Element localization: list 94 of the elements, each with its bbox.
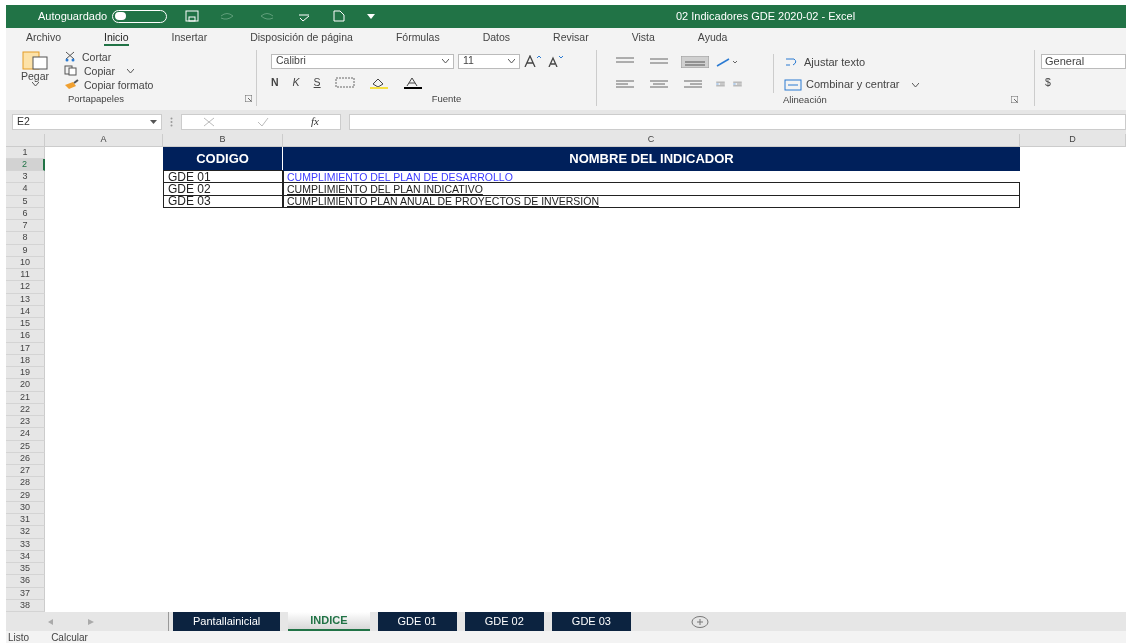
wrap-text-button[interactable]: Ajustar texto bbox=[784, 53, 919, 71]
insert-function-button[interactable]: fx bbox=[311, 113, 319, 130]
grip-icon[interactable] bbox=[170, 116, 173, 127]
window-title: 02 Indicadores GDE 2020-02 - Excel bbox=[676, 9, 856, 25]
table-cell: GDE 03 bbox=[163, 194, 283, 208]
align-center-icon[interactable] bbox=[647, 79, 671, 90]
align-left-icon[interactable] bbox=[613, 79, 637, 90]
row-header[interactable]: 20 bbox=[6, 379, 45, 392]
group-label: Fuente bbox=[431, 91, 462, 106]
fill-color-icon[interactable] bbox=[368, 76, 389, 89]
font-color-icon[interactable] bbox=[402, 76, 423, 89]
autosave-label: Autoguardado bbox=[38, 9, 108, 25]
table-cell: GDE 02 bbox=[163, 182, 283, 196]
dropdown-icon[interactable] bbox=[367, 13, 376, 19]
sheet-tab[interactable]: GDE 02 bbox=[464, 612, 544, 631]
caret-icon bbox=[442, 59, 449, 64]
row-header[interactable]: 3 bbox=[6, 171, 45, 184]
menu-tab[interactable]: Datos bbox=[482, 29, 511, 46]
menu-tab[interactable]: Disposición de página bbox=[250, 29, 353, 46]
row-header[interactable]: 15 bbox=[6, 318, 45, 331]
dialog-launcher-icon[interactable] bbox=[245, 95, 252, 103]
dialog-launcher-icon[interactable] bbox=[1011, 96, 1018, 104]
sheet-tab[interactable]: GDE 03 bbox=[551, 612, 631, 631]
cut-button[interactable]: Cortar bbox=[64, 49, 154, 64]
scissors-icon bbox=[64, 51, 76, 63]
group-label: Alineación bbox=[783, 92, 827, 107]
table-cell: CUMPLIMIENTO DEL PLAN INDICATIVO bbox=[283, 182, 1020, 196]
hyperlink[interactable]: CUMPLIMIENTO DEL PLAN DE DESARROLLO bbox=[283, 171, 1020, 184]
menu-tab[interactable]: Insertar bbox=[171, 29, 208, 46]
copy-button[interactable]: Copiar bbox=[64, 63, 154, 78]
status-text: Listo bbox=[8, 630, 30, 643]
caret-icon bbox=[31, 81, 39, 86]
row-header[interactable]: 36 bbox=[6, 575, 45, 588]
paste-button[interactable]: Pegar bbox=[6, 49, 56, 92]
row-header[interactable]: 28 bbox=[6, 477, 45, 490]
row-header[interactable]: 19 bbox=[6, 367, 45, 380]
document-icon[interactable] bbox=[333, 10, 346, 23]
sheet-tab[interactable]: GDE 01 bbox=[377, 612, 457, 631]
caret-icon bbox=[126, 68, 134, 73]
row-header[interactable]: 31 bbox=[6, 514, 45, 527]
row-header[interactable]: 35 bbox=[6, 563, 45, 576]
caret-icon bbox=[911, 82, 919, 87]
row-header[interactable]: 8 bbox=[6, 232, 45, 245]
number-format-field[interactable]: General bbox=[1041, 53, 1126, 69]
bold-button[interactable]: N bbox=[271, 74, 279, 91]
sheet-tab[interactable]: INDICE bbox=[288, 612, 370, 631]
menu-tab[interactable]: Archivo bbox=[26, 29, 61, 46]
format-painter-button[interactable]: Copiar formato bbox=[64, 77, 154, 92]
merge-icon bbox=[784, 78, 802, 91]
copy-icon bbox=[64, 65, 78, 77]
table-header: NOMBRE DEL INDICADOR bbox=[283, 146, 1020, 171]
clipboard-icon bbox=[20, 49, 50, 70]
sheet-tab[interactable]: Pantallainicial bbox=[173, 612, 281, 631]
row-header[interactable]: 4 bbox=[6, 183, 45, 196]
align-top-icon[interactable] bbox=[613, 55, 637, 66]
align-middle-icon[interactable] bbox=[647, 55, 671, 66]
italic-button[interactable]: K bbox=[292, 74, 300, 91]
name-box[interactable]: E2 bbox=[12, 113, 162, 130]
underline-button[interactable]: S bbox=[313, 74, 321, 91]
row-header[interactable]: 12 bbox=[6, 281, 45, 294]
caret-icon bbox=[508, 59, 515, 64]
scroll-left-icon[interactable] bbox=[48, 618, 54, 625]
add-sheet-icon[interactable] bbox=[690, 615, 709, 628]
menu-tab[interactable]: Ayuda bbox=[697, 29, 728, 46]
caret-icon bbox=[150, 119, 157, 124]
brush-icon bbox=[64, 79, 80, 91]
align-bottom-icon[interactable] bbox=[681, 55, 709, 68]
row-header[interactable]: 24 bbox=[6, 428, 45, 441]
menu-tab[interactable]: Inicio bbox=[104, 29, 129, 46]
cancel-icon[interactable] bbox=[203, 116, 215, 127]
menu-tab[interactable]: Fórmulas bbox=[395, 29, 440, 46]
row-header[interactable]: 32 bbox=[6, 526, 45, 539]
borders-icon[interactable] bbox=[334, 77, 355, 89]
table-cell: CUMPLIMIENTO PLAN ANUAL DE PROYECTOS DE INVERSIÓN bbox=[283, 194, 1020, 208]
enter-icon[interactable] bbox=[257, 116, 269, 127]
font-name-field[interactable]: Calibri bbox=[271, 53, 454, 69]
menu-tab[interactable]: Revisar bbox=[553, 29, 589, 46]
save-icon[interactable] bbox=[185, 10, 200, 23]
row-header[interactable]: 11 bbox=[6, 269, 45, 282]
row-header[interactable]: 16 bbox=[6, 330, 45, 343]
row-header[interactable]: 27 bbox=[6, 465, 45, 478]
row-header[interactable]: 7 bbox=[6, 220, 45, 233]
status-text: Calcular bbox=[51, 630, 88, 643]
formula-field[interactable] bbox=[349, 113, 1126, 130]
row-header[interactable]: 23 bbox=[6, 416, 45, 429]
merge-center-button[interactable]: Combinar y centrar bbox=[784, 76, 919, 93]
currency-button[interactable]: $ bbox=[1041, 74, 1126, 91]
align-right-icon[interactable] bbox=[681, 79, 705, 90]
font-size-field[interactable]: 11 bbox=[458, 53, 520, 69]
increase-font-icon[interactable] bbox=[524, 55, 544, 68]
group-label: Portapapeles bbox=[68, 91, 124, 106]
table-cell: GDE 01 bbox=[163, 170, 283, 184]
menu-tab[interactable]: Vista bbox=[631, 29, 655, 46]
scroll-right-icon[interactable] bbox=[88, 618, 94, 625]
